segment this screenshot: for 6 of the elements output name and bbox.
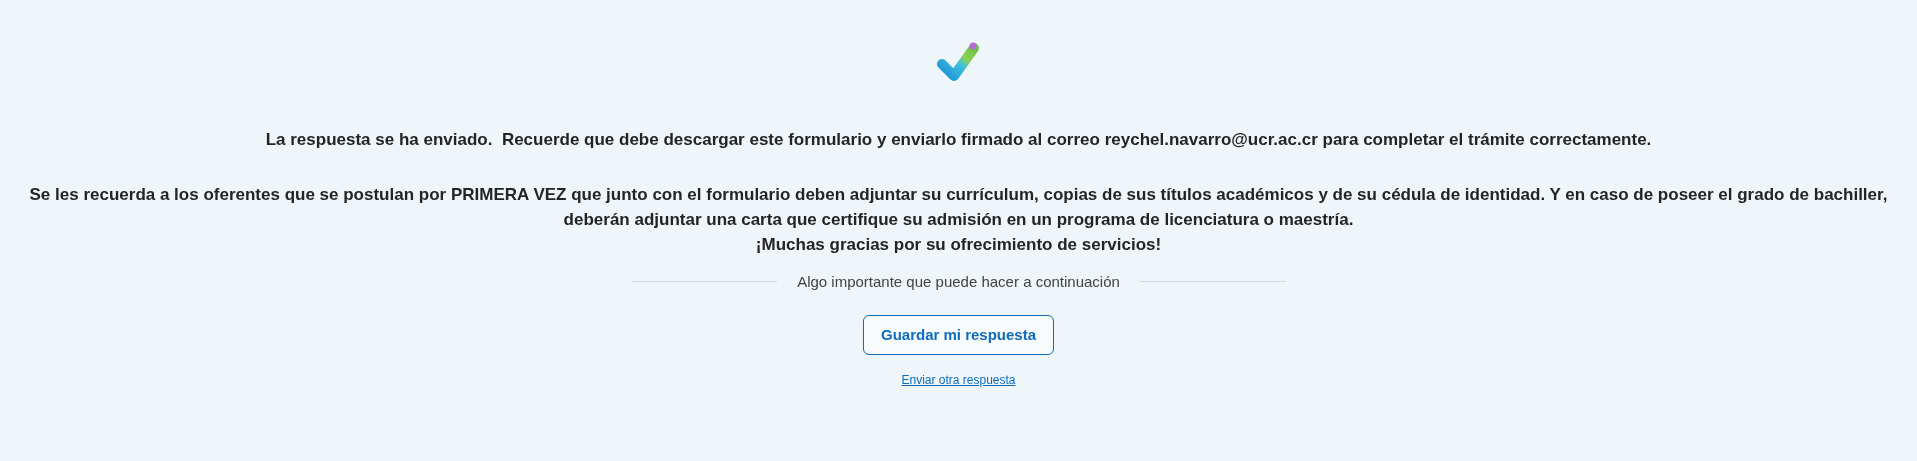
save-response-button[interactable]: Guardar mi respuesta xyxy=(862,315,1055,355)
notice-paragraph: Se les recuerda a los oferentes que se postulan por PRIMERA VEZ que junto con el formulario deben adjuntar su currículum, copias de sus títulos académicos y de su cédula de identidad. Y en caso de poseer el grado de bachiller, deberán adjuntar una carta que certifique su admisión en un programa de licenciatura o maestría. xyxy=(28,183,1889,231)
confirmation-message: La respuesta se ha enviado. Recuerde que debe descargar este formulario y enviarlo firmado al correo reychel.navarro@ucr.ac.cr para completar el trámite correctamente. xyxy=(265,129,1652,151)
thanks-message: ¡Muchas gracias por su ofrecimiento de servicios! xyxy=(755,233,1162,256)
submit-another-link[interactable]: Enviar otra respuesta xyxy=(901,371,1016,389)
divider-label: Algo importante que puede hacer a continuación xyxy=(797,271,1120,292)
